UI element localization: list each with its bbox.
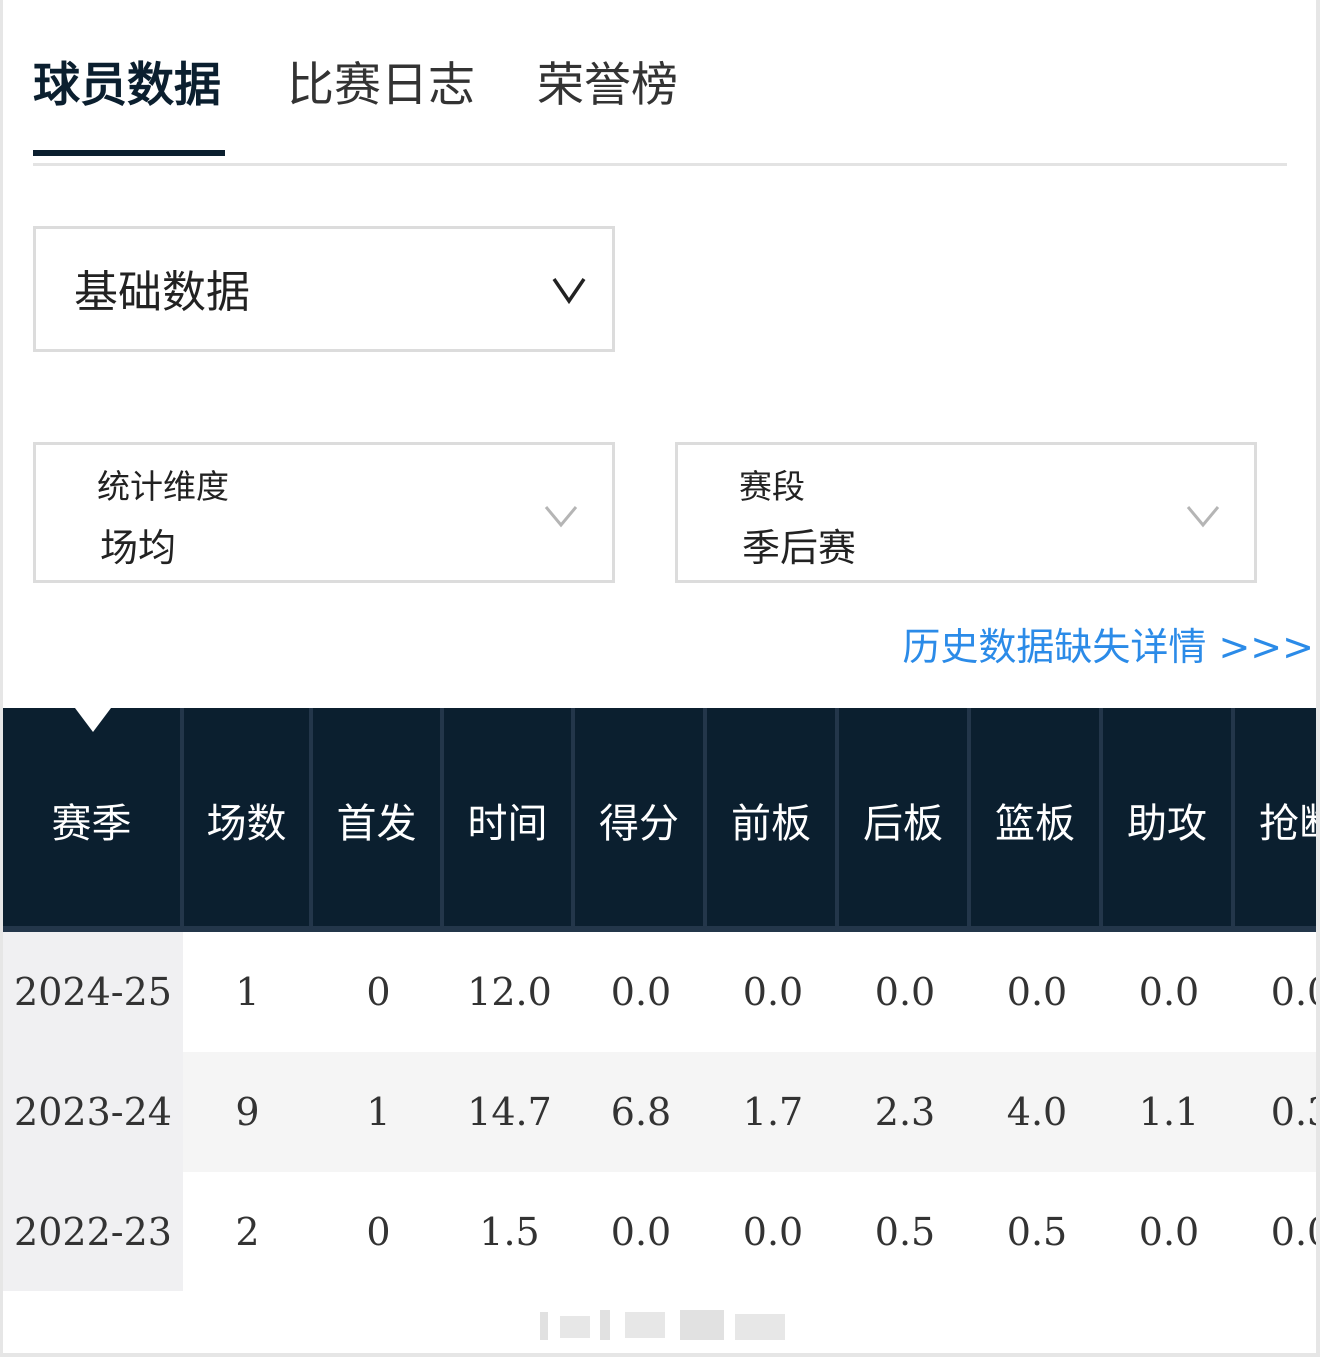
data-type-select[interactable]: 基础数据 [33, 226, 615, 352]
table-row: 2022-23 2 0 1.5 0.0 0.0 0.5 0.5 0.0 0.0 [3, 1172, 1316, 1291]
steals-cell: 0.3 [1270, 1090, 1316, 1134]
frame-right-border [1316, 0, 1320, 1357]
minutes-cell: 1.5 [479, 1210, 540, 1254]
chevron-down-icon [1186, 503, 1220, 533]
stage-value: 季后赛 [742, 526, 857, 570]
starts-cell: 0 [366, 970, 391, 1014]
header-season[interactable]: 赛季 [3, 708, 180, 932]
steals-cell: 0.0 [1270, 1210, 1316, 1254]
points-cell: 0.0 [610, 1210, 672, 1254]
rebounds-cell: 0.5 [1006, 1210, 1068, 1254]
def-rebounds-cell: 0.0 [874, 970, 936, 1014]
header-off-rebounds[interactable]: 前板 [707, 708, 835, 932]
points-cell: 6.8 [610, 1090, 672, 1134]
table-row: 2024-25 1 0 12.0 0.0 0.0 0.0 0.0 0.0 0.0 [3, 932, 1316, 1052]
off-rebounds-cell: 0.0 [742, 1210, 804, 1254]
table-row: 2023-24 9 1 14.7 6.8 1.7 2.3 4.0 1.1 0.3 [3, 1052, 1316, 1172]
chevron-down-icon [544, 503, 578, 533]
header-def-rebounds[interactable]: 后板 [839, 708, 967, 932]
steals-cell: 0.0 [1270, 970, 1316, 1014]
table-header: 赛季 场数 首发 时间 得分 前板 后板 篮板 助攻 抢断 [3, 708, 1316, 932]
tab-honors[interactable]: 荣誉榜 [537, 56, 678, 116]
assists-cell: 0.0 [1138, 1210, 1200, 1254]
watermark-graphic [530, 1306, 790, 1346]
header-steals[interactable]: 抢断 [1235, 708, 1316, 932]
chevron-down-icon [552, 275, 586, 309]
dimension-select[interactable]: 统计维度 场均 [33, 442, 615, 583]
stats-table: 赛季 场数 首发 时间 得分 前板 后板 篮板 助攻 抢断 2024-25 1 … [3, 708, 1316, 1291]
minutes-cell: 12.0 [467, 970, 552, 1014]
games-cell: 1 [235, 970, 260, 1014]
season-cell: 2023-24 [3, 1052, 183, 1172]
games-cell: 2 [235, 1210, 260, 1254]
header-rebounds[interactable]: 篮板 [971, 708, 1099, 932]
stage-label: 赛段 [739, 467, 805, 506]
header-games[interactable]: 场数 [184, 708, 309, 932]
tab-player-stats[interactable]: 球员数据 [33, 56, 221, 116]
tab-game-log[interactable]: 比赛日志 [287, 56, 475, 116]
assists-cell: 0.0 [1138, 970, 1200, 1014]
season-cell: 2022-23 [3, 1172, 183, 1291]
missing-history-link[interactable]: 历史数据缺失详情 >>> [902, 622, 1314, 672]
points-cell: 0.0 [610, 970, 672, 1014]
dimension-label: 统计维度 [97, 467, 229, 506]
minutes-cell: 14.7 [467, 1090, 552, 1134]
assists-cell: 1.1 [1138, 1090, 1200, 1134]
header-minutes[interactable]: 时间 [444, 708, 571, 932]
games-cell: 9 [235, 1090, 260, 1134]
active-tab-indicator [33, 150, 225, 156]
def-rebounds-cell: 0.5 [874, 1210, 936, 1254]
off-rebounds-cell: 1.7 [742, 1090, 804, 1134]
off-rebounds-cell: 0.0 [742, 970, 804, 1014]
stage-select[interactable]: 赛段 季后赛 [675, 442, 1257, 583]
sort-indicator-icon [75, 708, 111, 732]
tab-bar: 球员数据 比赛日志 荣誉榜 [33, 0, 1287, 166]
header-points[interactable]: 得分 [575, 708, 703, 932]
rebounds-cell: 4.0 [1006, 1090, 1068, 1134]
header-assists[interactable]: 助攻 [1103, 708, 1231, 932]
starts-cell: 1 [366, 1090, 391, 1134]
season-cell: 2024-25 [3, 932, 183, 1052]
header-starts[interactable]: 首发 [313, 708, 440, 932]
dimension-value: 场均 [100, 526, 177, 570]
frame-bottom-border [0, 1353, 1320, 1357]
rebounds-cell: 0.0 [1006, 970, 1068, 1014]
def-rebounds-cell: 2.3 [874, 1090, 936, 1134]
data-type-value: 基础数据 [74, 267, 250, 318]
starts-cell: 0 [366, 1210, 391, 1254]
